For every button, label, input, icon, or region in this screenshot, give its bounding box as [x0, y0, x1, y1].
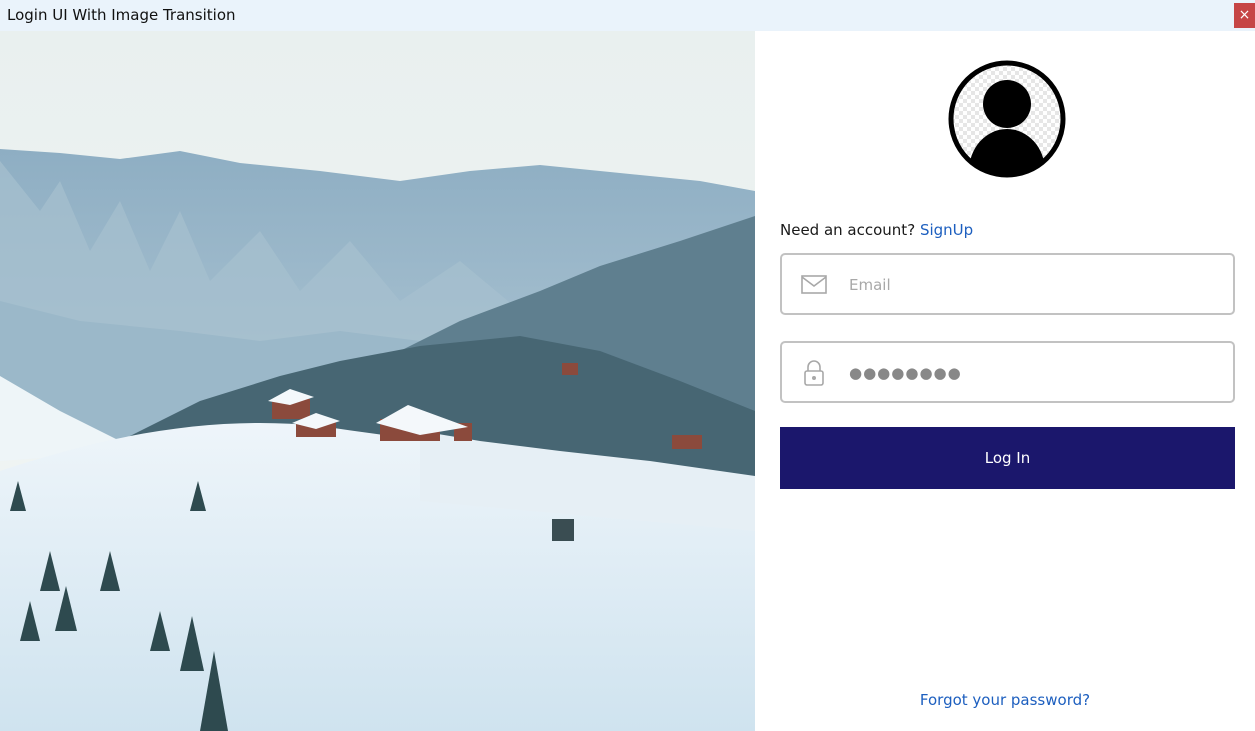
signup-prompt: Need an account? SignUp: [780, 221, 973, 239]
login-panel: Need an account? SignUp Log In Forgot yo…: [755, 31, 1255, 731]
lock-icon: [800, 359, 828, 387]
snowy-mountain-landscape-image: [0, 31, 755, 731]
signup-link[interactable]: SignUp: [920, 221, 973, 239]
login-button[interactable]: Log In: [780, 427, 1235, 489]
close-button[interactable]: ×: [1234, 3, 1255, 28]
password-input[interactable]: [847, 355, 1221, 391]
envelope-icon: [800, 271, 828, 299]
signup-prompt-text: Need an account?: [780, 221, 916, 239]
forgot-password-link[interactable]: Forgot your password?: [755, 691, 1255, 709]
hero-image: [0, 31, 755, 731]
password-field[interactable]: [780, 341, 1235, 403]
title-bar: Login UI With Image Transition ×: [0, 0, 1255, 31]
window-title: Login UI With Image Transition: [7, 6, 236, 24]
email-field[interactable]: [780, 253, 1235, 315]
user-avatar-icon: [947, 59, 1067, 179]
email-input[interactable]: [847, 267, 1221, 303]
